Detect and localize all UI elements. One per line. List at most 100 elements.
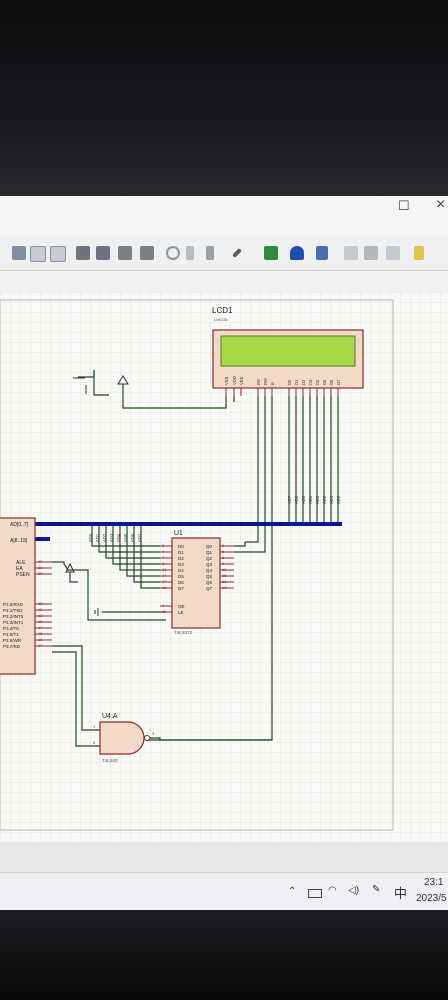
gate-model: 74LS00 xyxy=(102,758,118,763)
latch-pin-number: 14 xyxy=(162,573,167,578)
paste-icon[interactable] xyxy=(50,246,66,262)
mcu-pin-number: 10 xyxy=(38,601,43,606)
search-icon[interactable] xyxy=(290,246,304,260)
lcd-pin-label: VSS xyxy=(224,376,229,385)
ime-indicator[interactable]: 中 xyxy=(394,883,407,902)
export-icon[interactable] xyxy=(414,246,424,260)
latch-input-label: D2 xyxy=(178,556,184,561)
schematic-canvas[interactable]: LCD1LM016LVSS VDD VEE RS RW E D0 D1 D2 D3 D4 D5 D6 D7… xyxy=(0,292,448,842)
mcu-pin-number: 30 xyxy=(38,559,43,564)
mcu-port3-label: P3.4/T0 xyxy=(3,626,19,631)
lcd-model: LM016L xyxy=(214,317,229,322)
mcu-control-label: PSEN xyxy=(16,572,30,578)
latch-pin-number: 18 xyxy=(162,585,167,590)
latch-input-label: D4 xyxy=(178,568,184,573)
wire-autorouter-icon[interactable] xyxy=(264,246,278,260)
property-tool-icon[interactable] xyxy=(316,246,328,260)
latch-output-label: Q6 xyxy=(206,580,213,585)
block-copy-icon[interactable] xyxy=(76,246,90,260)
latch-output-label: Q1 xyxy=(206,550,213,555)
mcu-bus-label: AD[0..7] xyxy=(10,522,29,528)
nand-gate-body[interactable] xyxy=(99,721,145,755)
mcu-port3-label: P3.7/RD xyxy=(3,644,21,649)
title-bar: ☐ × xyxy=(0,196,448,236)
mcu-port3-label: P3.0/RXD xyxy=(3,602,24,607)
lcd-pin-label: E xyxy=(270,382,275,385)
new-sheet-icon[interactable] xyxy=(364,246,378,260)
lcd-pin-label: RW xyxy=(263,378,268,385)
lcd-pin-label: D0 xyxy=(287,379,292,385)
lcd-pin-label: RS xyxy=(256,379,261,385)
zoom-icon[interactable] xyxy=(166,246,180,260)
monitor-bezel-top xyxy=(0,0,448,200)
bus-net-label: AD0 xyxy=(336,495,341,504)
lcd-pin-label: D4 xyxy=(315,379,320,385)
lcd-pin-label: D5 xyxy=(322,379,327,385)
remove-sheet-icon[interactable] xyxy=(386,246,400,260)
mcu-port3-label: P3.5/T1 xyxy=(3,632,19,637)
latch-output-label: Q2 xyxy=(206,556,213,561)
mcu-pin-number: 17 xyxy=(38,643,43,648)
bus-net-label: AD6 xyxy=(130,533,135,542)
chevron-up-icon[interactable]: ⌃ xyxy=(288,886,296,897)
bus-net-label: AD2 xyxy=(322,495,327,504)
lcd-pin-label: D3 xyxy=(308,379,313,385)
close-icon[interactable]: × xyxy=(436,196,445,214)
mcu-port3-label: P3.3/INT1 xyxy=(3,620,24,625)
mcu-pin-number: 14 xyxy=(38,625,43,630)
taskbar: ⌃ ◠ ◁) ✎ 中 23:1 2023/5 xyxy=(0,872,448,913)
mcu-port3-label: P3.2/INT0 xyxy=(3,614,24,619)
bus-net-label: AD7 xyxy=(287,495,292,504)
block-rotate-icon[interactable] xyxy=(118,246,132,260)
latch-pin-number: 17 xyxy=(162,579,167,584)
latch-pin-number: 13 xyxy=(162,567,167,572)
bus-net-label: AD7 xyxy=(137,533,142,542)
mcu-pin-number: 12 xyxy=(38,613,43,618)
pick-device-icon[interactable] xyxy=(186,246,194,260)
latch-input-label: D6 xyxy=(178,580,184,585)
copy-icon[interactable] xyxy=(30,246,46,262)
latch-pin-number: 12 xyxy=(222,567,227,572)
bus-net-label: AD0 xyxy=(88,533,93,542)
mcu-pin-number: 31 xyxy=(38,565,43,570)
nand-bubble xyxy=(144,735,150,741)
bus-net-label: AD3 xyxy=(109,533,114,542)
mcu-pin-number: 13 xyxy=(38,619,43,624)
block-move-icon[interactable] xyxy=(96,246,110,260)
monitor-bezel-bottom xyxy=(0,910,448,1000)
latch-output-label: Q7 xyxy=(206,586,213,591)
latch-input-label: D7 xyxy=(178,586,184,591)
lcd-pin-label: VEE xyxy=(239,376,244,385)
lcd-pin-label: VDD xyxy=(232,376,237,385)
make-device-icon[interactable] xyxy=(206,246,214,260)
mcu-bus-label: A[8..15] xyxy=(10,538,28,544)
decompose-icon[interactable] xyxy=(232,248,242,258)
wifi-icon[interactable]: ◠ xyxy=(328,885,337,896)
bus-net-label: AD3 xyxy=(315,495,320,504)
latch-input-label: D1 xyxy=(178,550,184,555)
schematic-sheet[interactable]: LCD1 LM016L VSS VDD VEE RS RW E D0 D1 D2 D3 D4 D5 D6 D7… xyxy=(0,292,448,842)
latch-input-label: D5 xyxy=(178,574,184,579)
lcd-pin-label: D7 xyxy=(336,379,341,385)
lcd-pin-label: D6 xyxy=(329,379,334,385)
clock-date[interactable]: 2023/5 xyxy=(416,893,447,904)
battery-icon[interactable] xyxy=(308,889,322,898)
clock-time[interactable]: 23:1 xyxy=(424,877,443,888)
pen-icon[interactable]: ✎ xyxy=(372,884,380,895)
design-explorer-icon[interactable] xyxy=(344,246,358,260)
maximize-icon[interactable]: ☐ xyxy=(398,198,410,214)
bus-net-label: AD1 xyxy=(329,495,334,504)
block-delete-icon[interactable] xyxy=(140,246,154,260)
bus-net-label: AD1 xyxy=(95,533,100,542)
volume-icon[interactable]: ◁) xyxy=(348,885,359,896)
cut-icon[interactable] xyxy=(12,246,26,260)
bus-net-label: AD2 xyxy=(102,533,107,542)
latch-output-label: Q0 xyxy=(206,544,213,549)
latch-pin-number: 16 xyxy=(222,579,227,584)
bus-net-label: AD4 xyxy=(116,533,121,542)
latch-pin-number: 19 xyxy=(222,585,227,590)
latch-ref: U1 xyxy=(174,530,183,537)
latch-input-label: LE xyxy=(178,610,184,615)
mcu-pin-number: 15 xyxy=(38,631,43,636)
mcu-port3-label: P3.1/TXD xyxy=(3,608,23,613)
